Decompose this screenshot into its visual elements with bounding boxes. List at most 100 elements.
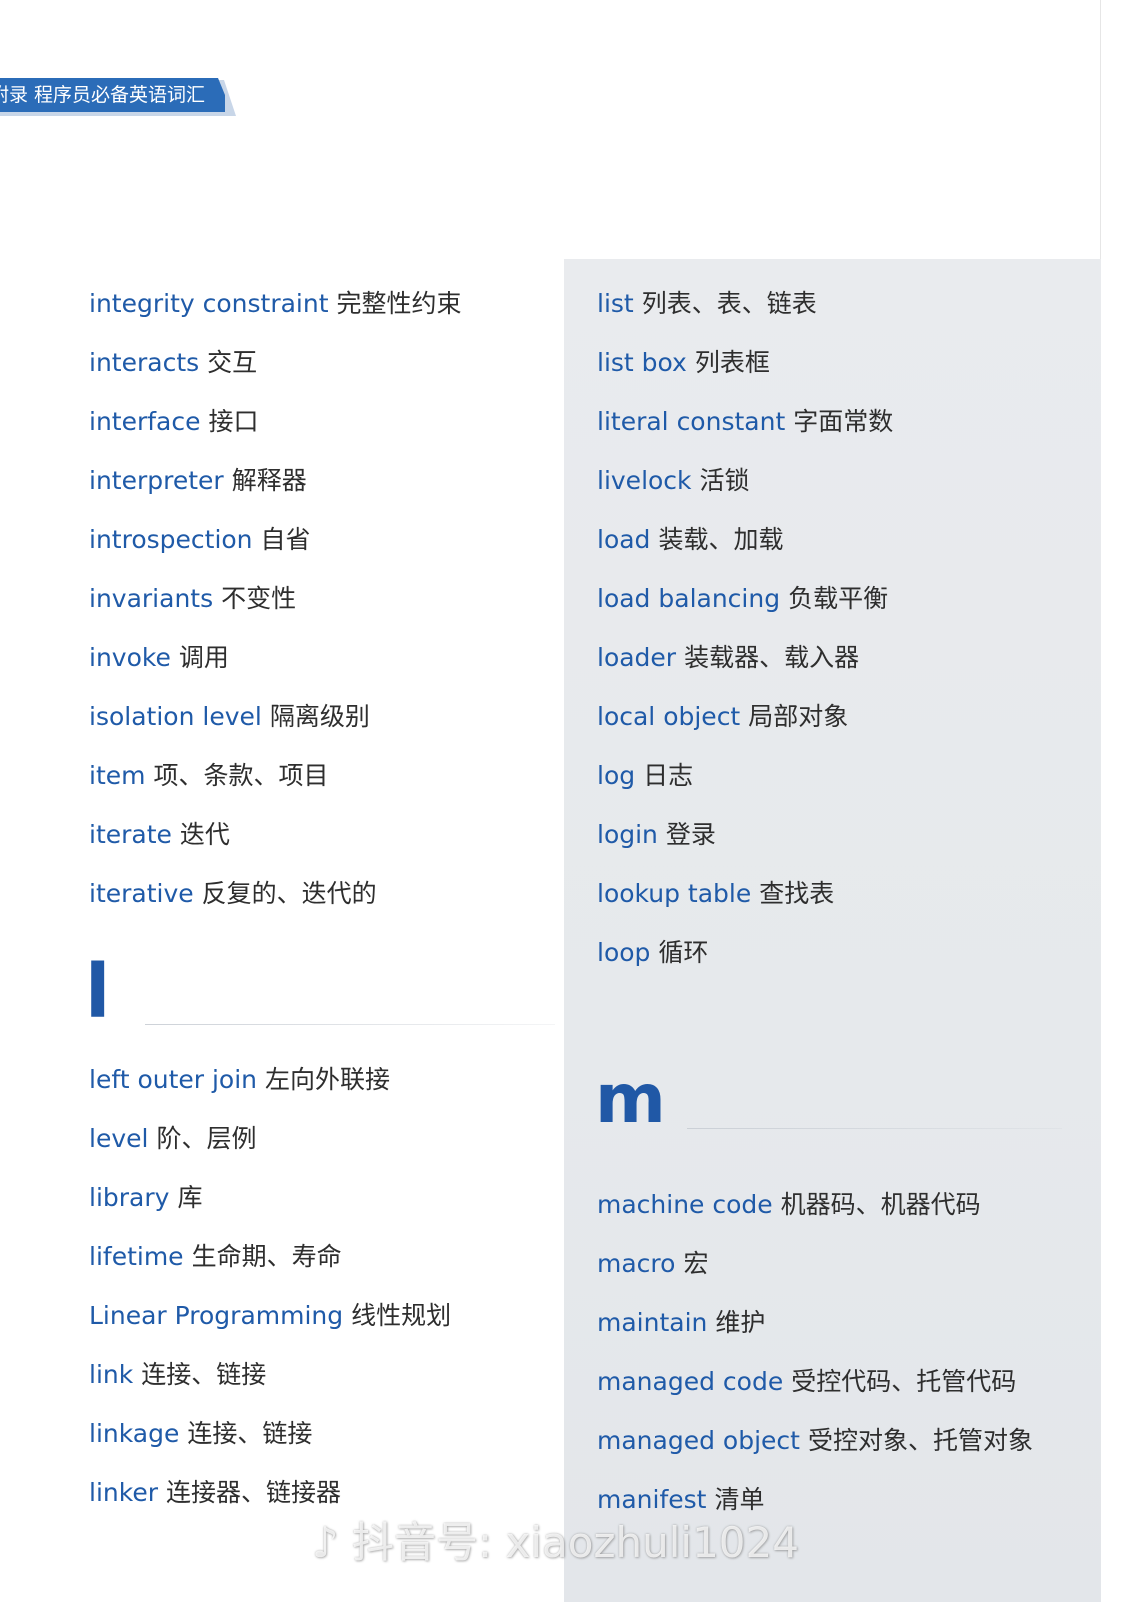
entry-term: maintain — [597, 1308, 708, 1337]
entry-translation: 连接器、链接器 — [165, 1478, 341, 1507]
entry-translation: 查找表 — [759, 879, 835, 908]
glossary-entry: isolation level 隔离级别 — [89, 701, 370, 733]
section-letter-l: l — [85, 949, 111, 1035]
entry-translation: 库 — [177, 1183, 203, 1212]
entry-translation: 装载、加载 — [658, 525, 784, 554]
entry-translation: 连接、链接 — [141, 1360, 267, 1389]
glossary-entry: left outer join 左向外联接 — [89, 1064, 390, 1096]
entry-term: introspection — [89, 525, 253, 554]
glossary-entry: interface 接口 — [89, 406, 259, 438]
entry-term: link — [89, 1360, 134, 1389]
entry-translation: 活锁 — [699, 466, 750, 495]
glossary-entry: iterative 反复的、迭代的 — [89, 878, 377, 910]
glossary-entry: introspection 自省 — [89, 524, 311, 556]
entry-translation: 完整性约束 — [336, 289, 462, 318]
watermark-text: 抖音号: xiaozhuli1024 — [352, 1518, 799, 1567]
entry-term: integrity constraint — [89, 289, 329, 318]
page-edge — [1100, 0, 1125, 1602]
entry-term: interface — [89, 407, 201, 436]
entry-translation: 左向外联接 — [265, 1065, 391, 1094]
glossary-entry: link 连接、链接 — [89, 1359, 266, 1391]
glossary-entry: managed code 受控代码、托管代码 — [597, 1366, 1016, 1398]
glossary-entry: macro 宏 — [597, 1248, 708, 1280]
entry-term: library — [89, 1183, 170, 1212]
entry-translation: 受控代码、托管代码 — [791, 1367, 1017, 1396]
glossary-entry: list box 列表框 — [597, 347, 770, 379]
entry-term: literal constant — [597, 407, 786, 436]
entry-translation: 维护 — [715, 1308, 766, 1337]
entry-translation: 清单 — [714, 1485, 765, 1514]
entry-term: loop — [597, 938, 651, 967]
entry-translation: 迭代 — [179, 820, 230, 849]
entry-translation: 宏 — [683, 1249, 709, 1278]
glossary-entry: livelock 活锁 — [597, 465, 750, 497]
entry-translation: 接口 — [208, 407, 259, 436]
entry-term: macro — [597, 1249, 676, 1278]
entry-term: level — [89, 1124, 149, 1153]
glossary-entry: linker 连接器、链接器 — [89, 1477, 341, 1509]
glossary-entry: integrity constraint 完整性约束 — [89, 288, 462, 320]
entry-term: invariants — [89, 584, 214, 613]
glossary-entry: item 项、条款、项目 — [89, 760, 329, 792]
watermark: ♪ 抖音号: xiaozhuli1024 — [312, 1518, 799, 1568]
entry-term: local object — [597, 702, 741, 731]
section-rule-m — [687, 1128, 1062, 1129]
entry-translation: 反复的、迭代的 — [201, 879, 377, 908]
entry-translation: 局部对象 — [748, 702, 849, 731]
entry-translation: 隔离级别 — [269, 702, 370, 731]
entry-translation: 不变性 — [221, 584, 297, 613]
glossary-entry: load balancing 负载平衡 — [597, 583, 888, 615]
section-rule-l — [145, 1024, 555, 1025]
glossary-entry: local object 局部对象 — [597, 701, 848, 733]
entry-term: interacts — [89, 348, 200, 377]
entry-term: interpreter — [89, 466, 224, 495]
entry-term: Linear Programming — [89, 1301, 344, 1330]
entry-translation: 调用 — [178, 643, 229, 672]
glossary-entry: interpreter 解释器 — [89, 465, 307, 497]
section-letter-m: m — [595, 1060, 666, 1139]
glossary-entry: loop 循环 — [597, 937, 708, 969]
entry-translation: 负载平衡 — [788, 584, 889, 613]
glossary-entry: library 库 — [89, 1182, 202, 1214]
glossary-entry: maintain 维护 — [597, 1307, 765, 1339]
entry-term: iterate — [89, 820, 172, 849]
glossary-entry: log 日志 — [597, 760, 693, 792]
entry-term: list — [597, 289, 634, 318]
glossary-entry: loader 装载器、载入器 — [597, 642, 859, 674]
entry-translation: 日志 — [643, 761, 694, 790]
entry-translation: 字面常数 — [793, 407, 894, 436]
entry-translation: 连接、链接 — [187, 1419, 313, 1448]
entry-term: linkage — [89, 1419, 180, 1448]
entry-term: invoke — [89, 643, 171, 672]
entry-term: lifetime — [89, 1242, 184, 1271]
entry-translation: 装载器、载入器 — [684, 643, 860, 672]
glossary-entry: list 列表、表、链表 — [597, 288, 817, 320]
entry-translation: 列表、表、链表 — [641, 289, 817, 318]
glossary-entry: linkage 连接、链接 — [89, 1418, 312, 1450]
glossary-entry: lookup table 查找表 — [597, 878, 834, 910]
entry-term: load — [597, 525, 651, 554]
entry-term: livelock — [597, 466, 692, 495]
glossary-entry: manifest 清单 — [597, 1484, 765, 1516]
entry-translation: 线性规划 — [351, 1301, 452, 1330]
entry-term: iterative — [89, 879, 194, 908]
entry-term: left outer join — [89, 1065, 258, 1094]
entry-term: lookup table — [597, 879, 752, 908]
entry-translation: 循环 — [658, 938, 709, 967]
entry-translation: 登录 — [665, 820, 716, 849]
entry-term: login — [597, 820, 658, 849]
glossary-entry: invariants 不变性 — [89, 583, 296, 615]
glossary-entry: interacts 交互 — [89, 347, 257, 379]
entry-term: item — [89, 761, 146, 790]
entry-translation: 受控对象、托管对象 — [807, 1426, 1033, 1455]
entry-term: log — [597, 761, 636, 790]
glossary-entry: load 装载、加载 — [597, 524, 783, 556]
glossary-entry: login 登录 — [597, 819, 716, 851]
glossary-entry: level 阶、层例 — [89, 1123, 256, 1155]
entry-term: machine code — [597, 1190, 773, 1219]
entry-term: loader — [597, 643, 677, 672]
glossary-entry: machine code 机器码、机器代码 — [597, 1189, 981, 1221]
entry-translation: 解释器 — [231, 466, 307, 495]
entry-translation: 生命期、寿命 — [191, 1242, 342, 1271]
right-column-background — [564, 259, 1101, 1602]
